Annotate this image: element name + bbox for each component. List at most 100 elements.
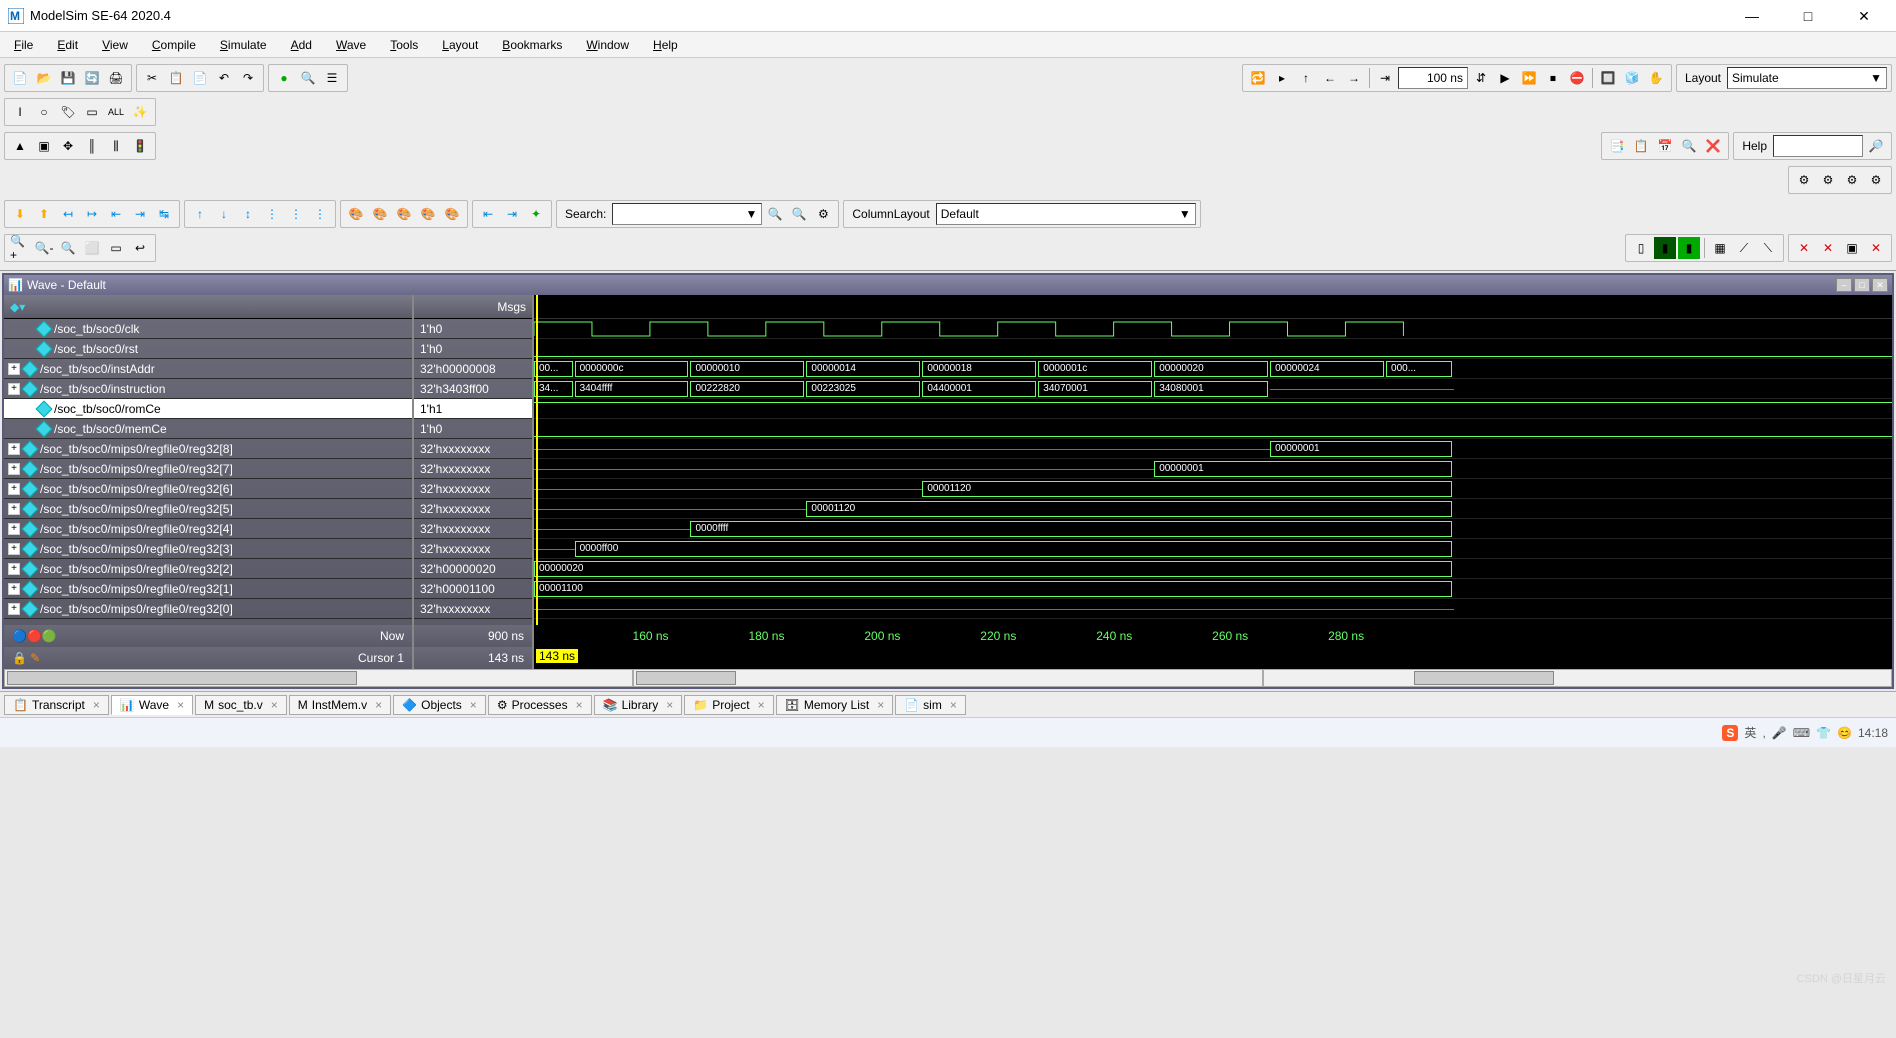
b1-icon[interactable]: ⇤ xyxy=(477,203,499,225)
vbars-icon[interactable]: ║ xyxy=(81,135,103,157)
tab-close-icon[interactable]: × xyxy=(950,698,957,712)
expand-icon[interactable]: + xyxy=(8,503,20,515)
signal-row[interactable]: +/soc_tb/soc0/mips0/regfile0/reg32[0] xyxy=(4,599,412,619)
tab-close-icon[interactable]: × xyxy=(470,698,477,712)
col2-icon[interactable]: 🎨 xyxy=(369,203,391,225)
c4-icon[interactable]: ↦ xyxy=(81,203,103,225)
signal-row[interactable]: +/soc_tb/soc0/mips0/regfile0/reg32[6] xyxy=(4,479,412,499)
signal-row[interactable]: +/soc_tb/soc0/mips0/regfile0/reg32[1] xyxy=(4,579,412,599)
gear2-icon[interactable]: ⚙ xyxy=(1817,169,1839,191)
b2-icon[interactable]: ⇥ xyxy=(501,203,523,225)
zoom-in-icon[interactable]: 🔍+ xyxy=(9,237,31,259)
c1-icon[interactable]: ⬇ xyxy=(9,203,31,225)
search-opt-icon[interactable]: ⚙ xyxy=(812,203,834,225)
menu-add[interactable]: Add xyxy=(281,36,322,54)
col4-icon[interactable]: 🎨 xyxy=(417,203,439,225)
print-icon[interactable]: 🖨 xyxy=(105,67,127,89)
help-input[interactable] xyxy=(1773,135,1863,157)
pointer-icon[interactable]: ▲ xyxy=(9,135,31,157)
stop-icon[interactable]: ⛔ xyxy=(1566,67,1588,89)
wave-row[interactable]: 00000020 xyxy=(534,559,1892,579)
menu-window[interactable]: Window xyxy=(576,36,639,54)
run-icon[interactable]: ● xyxy=(273,67,295,89)
signal-hscroll[interactable] xyxy=(4,669,633,687)
wave-row[interactable]: 0000ffff xyxy=(534,519,1892,539)
zoom-out-icon[interactable]: 🔍- xyxy=(33,237,55,259)
c2-icon[interactable]: ⬆ xyxy=(33,203,55,225)
opt4-icon[interactable]: 🔍 xyxy=(1678,135,1700,157)
move-icon[interactable]: ✥ xyxy=(57,135,79,157)
wave-row[interactable] xyxy=(534,339,1892,359)
wave-row[interactable]: 0000ff00 xyxy=(534,539,1892,559)
hand-icon[interactable]: ✋ xyxy=(1645,67,1667,89)
wand-icon[interactable]: ✨ xyxy=(129,101,151,123)
menu-simulate[interactable]: Simulate xyxy=(210,36,277,54)
menu-edit[interactable]: Edit xyxy=(47,36,88,54)
wave-title-bar[interactable]: 📊 Wave - Default – □ ✕ xyxy=(4,275,1892,295)
tab-close-icon[interactable]: × xyxy=(93,698,100,712)
opt2-icon[interactable]: 📋 xyxy=(1630,135,1652,157)
tab-wave[interactable]: 📊Wave× xyxy=(111,695,193,715)
expand-icon[interactable]: + xyxy=(8,463,20,475)
break-icon[interactable]: ⏹ xyxy=(1542,67,1564,89)
menu-tools[interactable]: Tools xyxy=(380,36,428,54)
wave-row[interactable]: 00001120 xyxy=(534,499,1892,519)
menu-help[interactable]: Help xyxy=(643,36,688,54)
zoom-sel-icon[interactable]: ▭ xyxy=(105,237,127,259)
signal-row[interactable]: +/soc_tb/soc0/mips0/regfile0/reg32[4] xyxy=(4,519,412,539)
c3-icon[interactable]: ↤ xyxy=(57,203,79,225)
signal-row[interactable]: +/soc_tb/soc0/mips0/regfile0/reg32[2] xyxy=(4,559,412,579)
circle-icon[interactable]: ○ xyxy=(33,101,55,123)
tab-close-icon[interactable]: × xyxy=(576,698,583,712)
tab-memory-list[interactable]: 🗄Memory List× xyxy=(776,695,894,715)
signal-menu-icon[interactable]: ◆▾ xyxy=(10,300,25,314)
wv1-icon[interactable]: ▯ xyxy=(1630,237,1652,259)
expand-icon[interactable]: + xyxy=(8,523,20,535)
menu-layout[interactable]: Layout xyxy=(432,36,488,54)
forward-icon[interactable]: → xyxy=(1343,67,1365,89)
c5-icon[interactable]: ⇤ xyxy=(105,203,127,225)
zoom-last-icon[interactable]: ↩ xyxy=(129,237,151,259)
i-icon[interactable]: I xyxy=(9,101,31,123)
tab-soc_tb-v[interactable]: Msoc_tb.v× xyxy=(195,695,287,715)
spin-icon[interactable]: ⇵ xyxy=(1470,67,1492,89)
new-icon[interactable]: 📄 xyxy=(9,67,31,89)
signal-row[interactable]: /soc_tb/soc0/romCe xyxy=(4,399,412,419)
help-search-icon[interactable]: 🔎 xyxy=(1865,135,1887,157)
cursor-marker[interactable] xyxy=(536,295,538,625)
wave-row[interactable]: 00...0000000c000000100000001400000018000… xyxy=(534,359,1892,379)
tab-close-icon[interactable]: × xyxy=(666,698,673,712)
run-step-icon[interactable]: ▶ xyxy=(1494,67,1516,89)
wv4-icon[interactable]: ▦ xyxy=(1709,237,1731,259)
b3-icon[interactable]: ✦ xyxy=(525,203,547,225)
keyboard-icon[interactable]: ⌨ xyxy=(1793,726,1810,740)
gear3-icon[interactable]: ⚙ xyxy=(1841,169,1863,191)
wave-row[interactable] xyxy=(534,599,1892,619)
close-button[interactable]: ✕ xyxy=(1848,4,1880,28)
box-icon[interactable]: ▭ xyxy=(81,101,103,123)
back-icon[interactable]: ← xyxy=(1319,67,1341,89)
expand-icon[interactable]: + xyxy=(8,443,20,455)
signal-row[interactable]: /soc_tb/soc0/clk xyxy=(4,319,412,339)
cursor-time-marker[interactable]: 143 ns xyxy=(536,649,578,663)
tab-library[interactable]: 📚Library× xyxy=(594,695,683,715)
col5-icon[interactable]: 🎨 xyxy=(441,203,463,225)
shirt-icon[interactable]: 👕 xyxy=(1816,726,1831,740)
restart-icon[interactable]: 🔁 xyxy=(1247,67,1269,89)
tab-processes[interactable]: ⚙Processes× xyxy=(488,695,592,715)
time-ruler[interactable]: 160 ns180 ns200 ns220 ns240 ns260 ns280 … xyxy=(534,625,1892,647)
run-all-icon[interactable]: ⇥ xyxy=(1374,67,1396,89)
wave-max-button[interactable]: □ xyxy=(1854,278,1870,292)
wx1-icon[interactable]: ✕ xyxy=(1793,237,1815,259)
traffic-icon[interactable]: 🚦 xyxy=(129,135,151,157)
expand-icon[interactable]: + xyxy=(8,583,20,595)
opt1-icon[interactable]: 📑 xyxy=(1606,135,1628,157)
col1-icon[interactable]: 🎨 xyxy=(345,203,367,225)
columnlayout-combo[interactable]: Default ▼ xyxy=(936,203,1196,225)
search-prev-icon[interactable]: 🔍 xyxy=(764,203,786,225)
menu-view[interactable]: View xyxy=(92,36,138,54)
search-combo[interactable]: ▼ xyxy=(612,203,762,225)
adjust-icon[interactable]: ⫼ xyxy=(105,135,127,157)
e1-icon[interactable]: ↑ xyxy=(189,203,211,225)
tab-sim[interactable]: 📄sim× xyxy=(895,695,966,715)
